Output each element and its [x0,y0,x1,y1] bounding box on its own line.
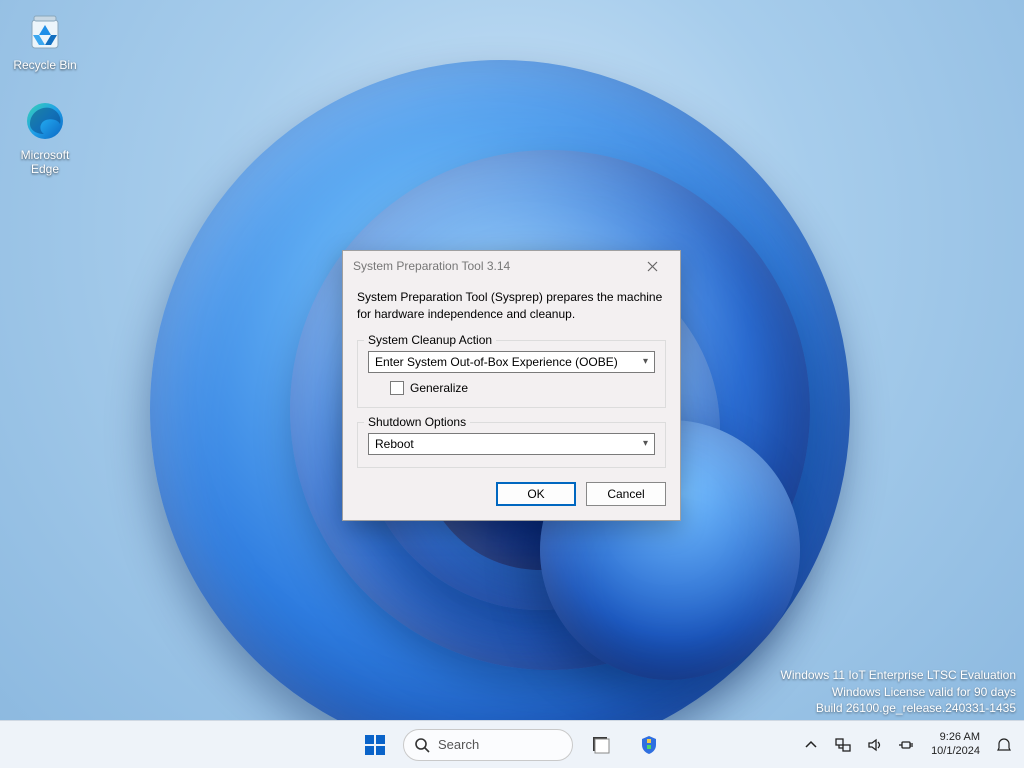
tray-notifications-button[interactable] [992,725,1016,765]
speaker-icon [866,736,884,754]
tray-overflow-button[interactable] [799,725,823,765]
desktop-icon-label: Recycle Bin [6,58,84,72]
taskbar-app-security[interactable] [629,725,669,765]
window-icon [590,734,612,756]
dialog-titlebar[interactable]: System Preparation Tool 3.14 [343,251,680,281]
shutdown-legend: Shutdown Options [364,415,470,429]
taskbar-clock[interactable]: 9:26 AM 10/1/2024 [927,731,984,759]
search-placeholder: Search [438,737,479,752]
taskbar-search[interactable]: Search [403,729,573,761]
sysprep-dialog: System Preparation Tool 3.14 System Prep… [342,250,681,521]
cleanup-select[interactable]: Enter System Out-of-Box Experience (OOBE… [368,351,655,373]
cleanup-legend: System Cleanup Action [364,333,496,347]
shutdown-fieldset: Shutdown Options Reboot ▾ [357,422,666,468]
tray-network-button[interactable] [831,725,855,765]
tray-power-button[interactable] [895,725,919,765]
recycle-bin-icon [22,8,68,54]
power-plug-icon [898,736,916,754]
chevron-up-icon [805,739,817,751]
watermark-line: Windows 11 IoT Enterprise LTSC Evaluatio… [781,667,1016,683]
cleanup-select-value: Enter System Out-of-Box Experience (OOBE… [375,355,618,369]
desktop-icon-label: Microsoft Edge [6,148,84,176]
tray-volume-button[interactable] [863,725,887,765]
security-shield-icon [638,734,660,756]
generalize-row[interactable]: Generalize [390,381,655,395]
network-icon [834,736,852,754]
shutdown-select-value: Reboot [375,437,414,451]
watermark-line: Windows License valid for 90 days [781,684,1016,700]
system-tray: 9:26 AM 10/1/2024 [799,725,1016,765]
generalize-checkbox[interactable] [390,381,404,395]
taskbar-app-sysprep[interactable] [581,725,621,765]
ok-button[interactable]: OK [496,482,576,506]
clock-date: 10/1/2024 [931,745,980,759]
dialog-description: System Preparation Tool (Sysprep) prepar… [357,289,666,324]
windows-logo-icon [363,733,387,757]
desktop-icon-recycle-bin[interactable]: Recycle Bin [6,8,84,72]
chevron-down-icon: ▾ [643,438,648,449]
cleanup-fieldset: System Cleanup Action Enter System Out-o… [357,340,666,408]
search-icon [414,737,430,753]
activation-watermark: Windows 11 IoT Enterprise LTSC Evaluatio… [781,667,1016,716]
taskbar: Search [0,720,1024,768]
clock-time: 9:26 AM [931,731,980,745]
chevron-down-icon: ▾ [643,356,648,367]
notification-bell-icon [996,737,1012,753]
start-button[interactable] [355,725,395,765]
dialog-close-button[interactable] [632,254,672,278]
close-icon [647,261,658,272]
shutdown-select[interactable]: Reboot ▾ [368,433,655,455]
dialog-title: System Preparation Tool 3.14 [353,259,510,273]
edge-icon [22,98,68,144]
desktop-icon-microsoft-edge[interactable]: Microsoft Edge [6,98,84,176]
generalize-label: Generalize [410,381,468,395]
watermark-line: Build 26100.ge_release.240331-1435 [781,700,1016,716]
cancel-button[interactable]: Cancel [586,482,666,506]
